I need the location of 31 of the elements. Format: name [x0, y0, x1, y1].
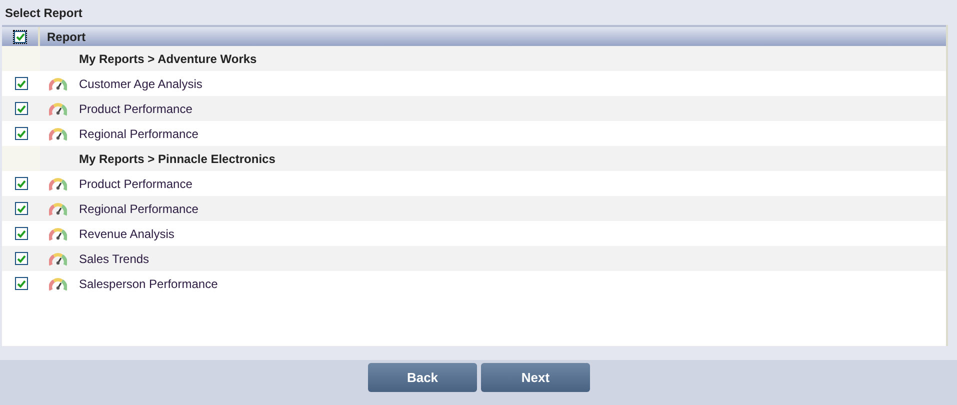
checkbox[interactable]: [15, 77, 28, 90]
checkbox[interactable]: [15, 127, 28, 140]
report-name[interactable]: Regional Performance: [79, 124, 198, 142]
gauge-icon: [49, 276, 67, 292]
group-heading: My Reports > Pinnacle Electronics: [79, 150, 276, 168]
gauge-icon: [49, 100, 67, 116]
gauge-icon: [49, 176, 67, 192]
checkbox[interactable]: [15, 102, 28, 115]
checkbox[interactable]: [15, 277, 28, 290]
report-name[interactable]: Revenue Analysis: [79, 224, 174, 242]
checkbox[interactable]: [15, 177, 28, 190]
checkbox[interactable]: [15, 227, 28, 240]
report-name[interactable]: Salesperson Performance: [79, 274, 218, 292]
report-name[interactable]: Regional Performance: [79, 200, 198, 218]
select-all-checkbox[interactable]: [13, 30, 27, 44]
gauge-icon: [49, 76, 67, 92]
gauge-icon: [49, 126, 67, 142]
checkbox[interactable]: [15, 202, 28, 215]
gauge-icon: [49, 200, 67, 216]
report-name[interactable]: Product Performance: [79, 174, 192, 192]
gauge-icon: [49, 226, 67, 242]
checkbox[interactable]: [15, 252, 28, 265]
gauge-icon: [49, 250, 67, 266]
back-button[interactable]: Back: [368, 363, 477, 392]
group-heading: My Reports > Adventure Works: [79, 50, 257, 68]
next-button[interactable]: Next: [481, 363, 590, 392]
column-header: Report: [47, 28, 86, 46]
report-name[interactable]: Sales Trends: [79, 250, 150, 268]
report-name[interactable]: Product Performance: [79, 100, 192, 118]
report-name[interactable]: Customer Age Analysis: [79, 74, 202, 92]
page-title: Select Report: [5, 4, 82, 22]
